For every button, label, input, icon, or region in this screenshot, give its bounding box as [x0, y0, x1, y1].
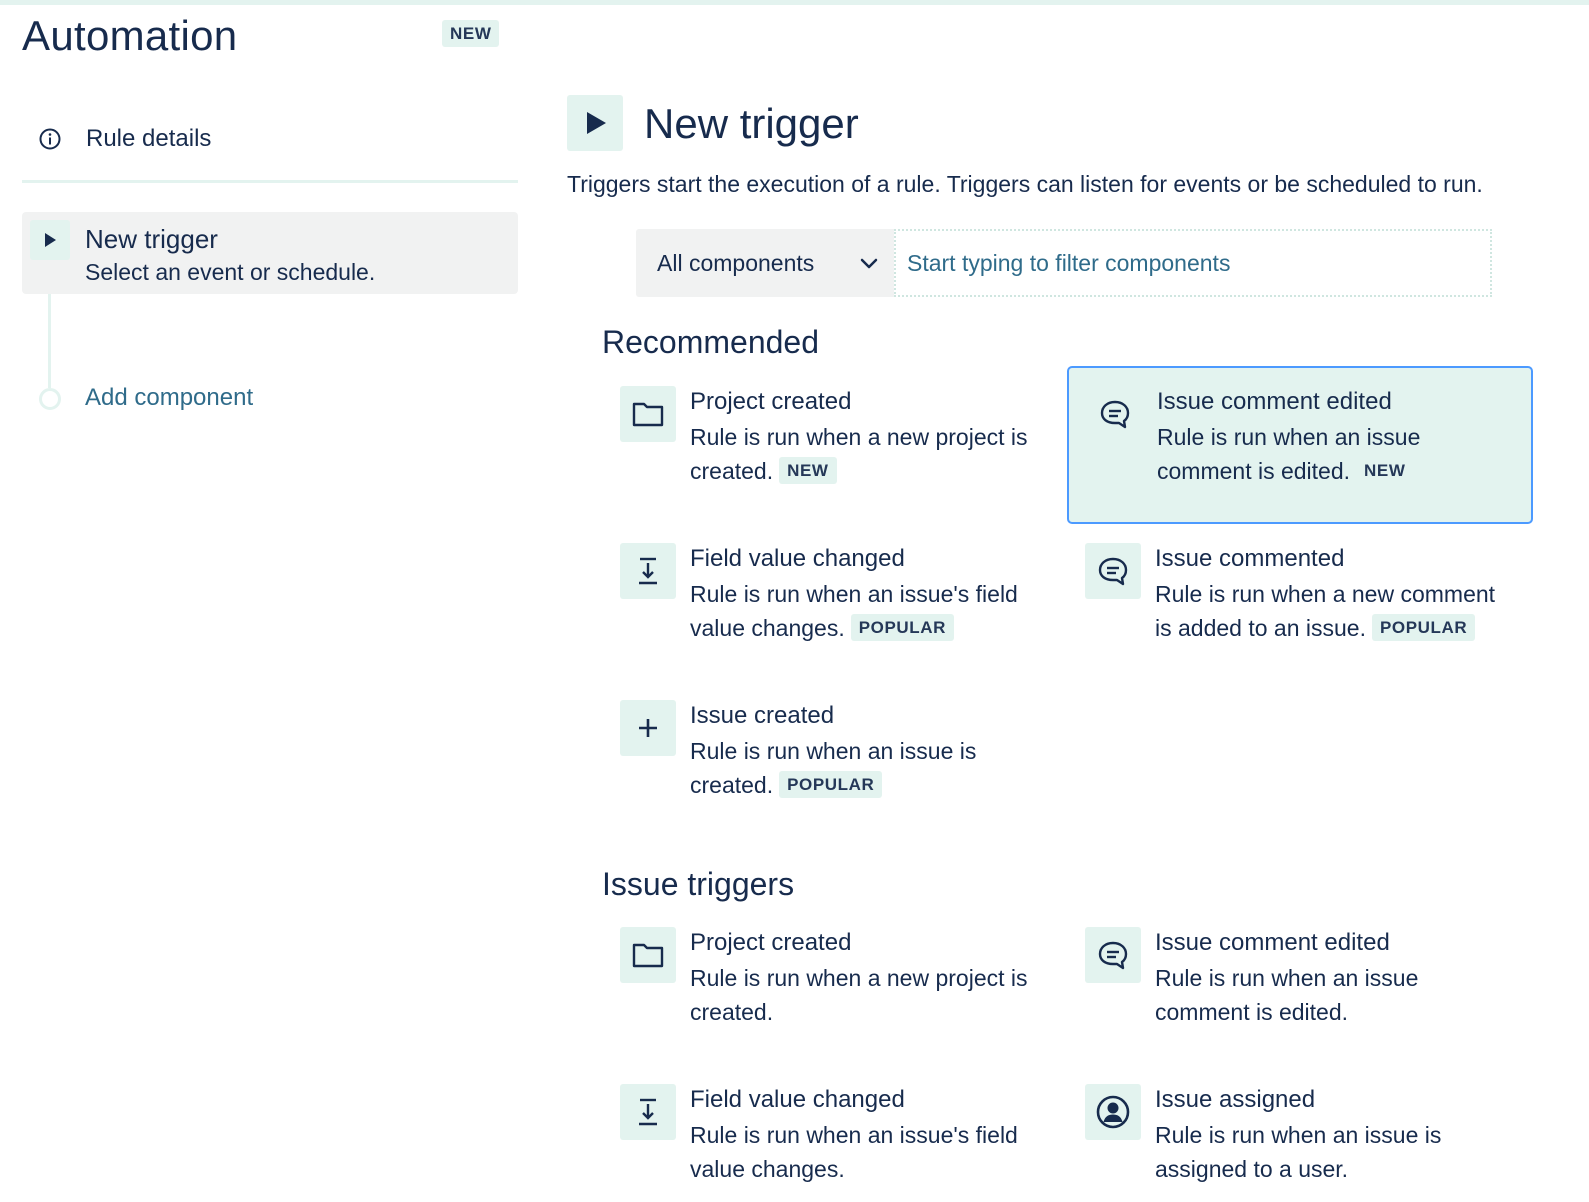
trigger-card-field-value-changed[interactable]: Field value changed Rule is run when an …	[602, 525, 1068, 681]
component-filter-input[interactable]	[894, 229, 1492, 297]
card-title: Project created	[690, 929, 852, 956]
trigger-card-project-created[interactable]: Project created Rule is run when a new p…	[602, 909, 1068, 1065]
card-description: Rule is run when an issue's field value …	[690, 581, 1018, 642]
card-title: Issue comment edited	[1157, 388, 1392, 415]
sidebar-trigger-subtitle: Select an event or schedule.	[85, 259, 376, 285]
trigger-card-issue-created[interactable]: Issue created Rule is run when an issue …	[602, 682, 1068, 838]
sidebar-item-rule-details[interactable]: Rule details	[38, 122, 211, 156]
card-description: Rule is run when an issue comment is edi…	[1155, 965, 1419, 1025]
card-description: Rule is run when a new comment is added …	[1155, 581, 1496, 642]
info-icon	[38, 127, 62, 151]
comment-icon	[1087, 386, 1143, 442]
folder-icon	[620, 927, 676, 983]
user-icon	[1085, 1084, 1141, 1140]
play-icon	[30, 220, 70, 260]
trigger-play-icon	[567, 95, 623, 151]
sidebar-item-new-trigger[interactable]: New trigger Select an event or schedule.	[22, 212, 518, 294]
app-title: Automation	[22, 12, 238, 59]
trigger-card-issue-comment-edited[interactable]: Issue comment edited Rule is run when an…	[1067, 366, 1533, 524]
card-description: Rule is run when a new project is create…	[690, 965, 1028, 1025]
field-change-icon	[620, 1084, 676, 1140]
trigger-card-issue-assigned[interactable]: Issue assigned Rule is run when an issue…	[1067, 1066, 1533, 1202]
card-description: Rule is run when a new project is create…	[690, 424, 1028, 485]
chevron-down-icon	[860, 258, 878, 269]
folder-icon	[620, 386, 676, 442]
trigger-card-project-created[interactable]: Project created Rule is run when a new p…	[602, 368, 1068, 524]
add-component-dot-icon	[39, 388, 61, 410]
page-description: Triggers start the execution of a rule. …	[567, 171, 1483, 197]
card-title: Field value changed	[690, 1086, 905, 1113]
card-title: Issue created	[690, 702, 835, 729]
popular-badge: POPULAR	[779, 771, 883, 799]
card-title: Field value changed	[690, 545, 905, 572]
sidebar-trigger-title: New trigger	[85, 224, 218, 254]
card-description: Rule is run when an issue comment is edi…	[1157, 424, 1421, 484]
section-title-recommended: Recommended	[602, 324, 819, 360]
sidebar-connector-line	[48, 294, 51, 388]
card-title: Project created	[690, 388, 852, 415]
card-description: Rule is run when an issue is assigned to…	[1155, 1122, 1442, 1182]
rule-details-label: Rule details	[86, 125, 212, 152]
new-badge: NEW	[442, 20, 500, 47]
card-title: Issue commented	[1155, 545, 1345, 572]
card-description: Rule is run when an issue's field value …	[690, 1122, 1018, 1182]
top-border	[0, 0, 1589, 5]
trigger-card-issue-commented[interactable]: Issue commented Rule is run when a new c…	[1067, 525, 1533, 681]
component-type-select[interactable]: All components	[636, 229, 894, 297]
popular-badge: POPULAR	[1371, 614, 1476, 642]
field-change-icon	[620, 543, 676, 599]
add-component-link[interactable]: Add component	[85, 384, 253, 412]
section-title-issue-triggers: Issue triggers	[602, 866, 795, 902]
trigger-card-issue-comment-edited[interactable]: Issue comment edited Rule is run when an…	[1067, 909, 1533, 1065]
new-badge: NEW	[779, 457, 837, 485]
trigger-card-field-value-changed[interactable]: Field value changed Rule is run when an …	[602, 1066, 1068, 1202]
card-title: Issue assigned	[1155, 1086, 1316, 1113]
plus-icon	[620, 700, 676, 756]
page-title: New trigger	[644, 100, 859, 147]
popular-badge: POPULAR	[850, 614, 955, 642]
new-badge: NEW	[1364, 461, 1406, 481]
card-title: Issue comment edited	[1155, 929, 1390, 956]
sidebar-divider	[22, 180, 518, 183]
card-description: Rule is run when an issue is created. POP…	[690, 738, 977, 799]
component-type-value: All components	[657, 249, 815, 276]
comment-icon	[1085, 543, 1141, 599]
comment-icon	[1085, 927, 1141, 983]
